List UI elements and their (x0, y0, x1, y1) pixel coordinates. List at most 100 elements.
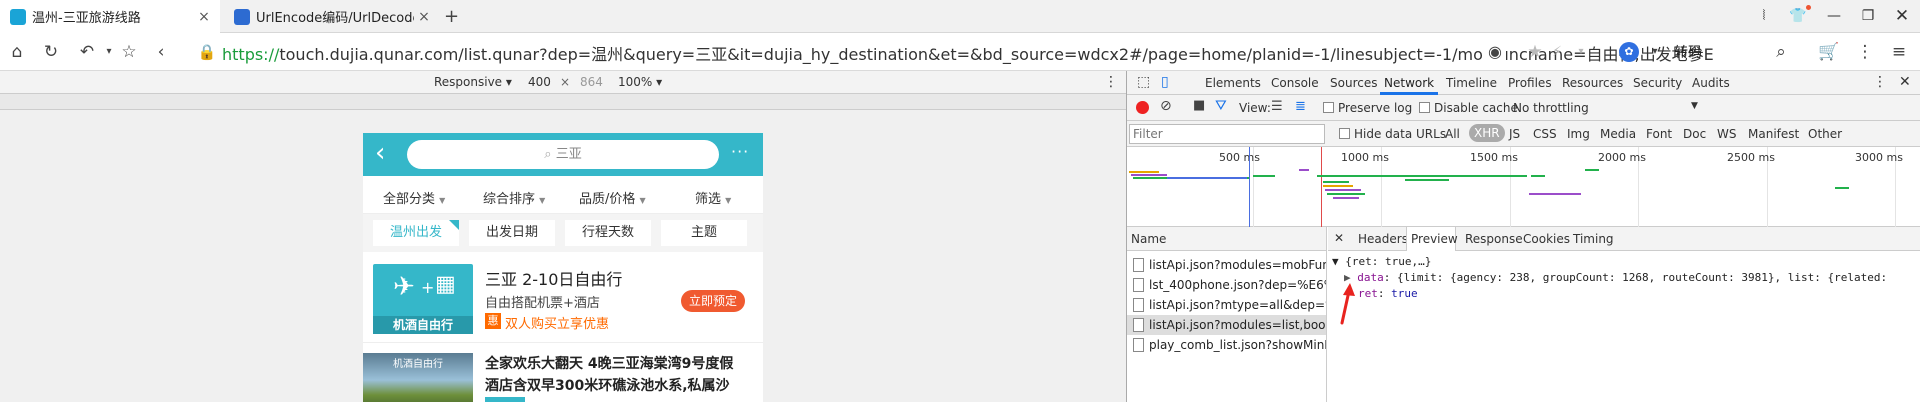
disable-cache-checkbox[interactable] (1419, 102, 1430, 113)
home-icon[interactable]: ⌂ (6, 41, 28, 63)
device-mode-icon[interactable]: ▯ (1161, 74, 1169, 90)
hide-data-urls-checkbox[interactable] (1339, 128, 1350, 139)
tab-list-icon[interactable]: ⦚ (1752, 5, 1776, 27)
filter-type-other[interactable]: Other (1808, 127, 1842, 141)
record-icon[interactable] (1136, 101, 1149, 114)
new-tab-button[interactable]: + (444, 6, 459, 27)
minimize-icon[interactable]: — (1822, 5, 1846, 27)
product-card-package[interactable]: 机酒自由行 全家欢乐大翻天 4晚三亚海棠湾9号度假 酒店含双早300米环礁泳池水… (363, 342, 763, 402)
filter-sort[interactable]: 综合排序 ▼ (483, 188, 545, 207)
request-row[interactable]: play_comb_list.json?showMinL... (1127, 335, 1326, 355)
list-view-icon[interactable]: ☰ (1271, 99, 1283, 114)
lightning-icon[interactable]: ⚡ (1546, 41, 1568, 63)
tab-sources[interactable]: Sources (1330, 76, 1377, 90)
mobile-search-input[interactable]: ⌕ 三亚 (407, 140, 719, 169)
filter-type-font[interactable]: Font (1646, 127, 1672, 141)
tab-profiles[interactable]: Profiles (1508, 76, 1552, 90)
tab-resources[interactable]: Resources (1562, 76, 1623, 90)
more-options-icon[interactable]: ⋮ (1104, 74, 1118, 90)
undo-icon[interactable]: ↶ (76, 41, 98, 63)
device-mode-select[interactable]: Responsive ▾ (434, 75, 512, 89)
height-input[interactable]: 864 (580, 75, 603, 89)
tag-trip-days[interactable]: 行程天数 (565, 220, 651, 246)
throttling-select[interactable]: No throttling (1513, 101, 1589, 115)
chevron-down-icon[interactable]: ▾ (98, 41, 120, 63)
inspect-icon[interactable]: ⬚ (1137, 74, 1150, 90)
back-arrow-icon[interactable]: ‹ (375, 138, 385, 168)
browser-tab[interactable]: UrlEncode编码/UrlDecode解 × (224, 0, 440, 33)
tab-audits[interactable]: Audits (1692, 76, 1730, 90)
waterfall-view-icon[interactable]: ≣ (1295, 99, 1306, 114)
json-data-row[interactable]: ▶ data: {limit: {agency: 238, groupCount… (1344, 271, 1887, 284)
tab-cookies[interactable]: Cookies (1523, 232, 1570, 246)
tab-timing[interactable]: Timing (1573, 232, 1614, 246)
request-row-selected[interactable]: listApi.json?modules=list,book... (1127, 315, 1326, 335)
search-input[interactable]: 转码 (1674, 42, 1702, 62)
chevron-down-icon[interactable]: ▾ (1644, 41, 1666, 63)
search-placeholder: 三亚 (555, 147, 582, 162)
close-icon[interactable]: × (414, 9, 434, 25)
filter-price[interactable]: 品质/价格 ▼ (579, 188, 646, 207)
more-icon[interactable]: ··· (731, 142, 749, 161)
timeline-tick: 3000 ms (1855, 151, 1903, 164)
tag-departure-city[interactable]: 温州出发 (373, 220, 459, 246)
filter-type-xhr[interactable]: XHR (1469, 124, 1505, 142)
tab-security[interactable]: Security (1633, 76, 1682, 90)
filter-type-css[interactable]: CSS (1533, 127, 1557, 141)
chevron-down-icon[interactable]: ▾ (1570, 41, 1592, 63)
close-window-icon[interactable]: ✕ (1890, 5, 1914, 27)
promo-badge: 惠 (485, 313, 501, 329)
search-icon[interactable]: ⌕ (1770, 41, 1792, 63)
name-column-header[interactable]: Name (1127, 227, 1327, 251)
request-row[interactable]: listApi.json?modules=mobFun... (1127, 255, 1326, 275)
close-icon[interactable]: × (194, 9, 214, 25)
clear-icon[interactable]: ⊘ (1160, 98, 1172, 114)
bookmark-icon[interactable]: ☆ (118, 41, 140, 63)
tab-network[interactable]: Network (1384, 76, 1434, 90)
tab-console[interactable]: Console (1271, 76, 1319, 90)
tag-theme[interactable]: 主题 (661, 220, 747, 246)
restore-icon[interactable]: ❐ (1856, 5, 1880, 27)
filter-type-doc[interactable]: Doc (1683, 127, 1706, 141)
book-now-button[interactable]: 立即预定 (681, 290, 745, 312)
reload-icon[interactable]: ↻ (40, 41, 62, 63)
tag-departure-date[interactable]: 出发日期 (469, 220, 555, 246)
target-icon[interactable]: ◉ (1484, 41, 1506, 63)
close-detail-icon[interactable]: ✕ (1334, 231, 1344, 245)
devtools-menu-icon[interactable]: ⋮ (1873, 74, 1887, 90)
filter-input[interactable] (1129, 124, 1325, 144)
filter-more[interactable]: 筛选 ▼ (695, 188, 731, 207)
filter-icon[interactable]: ⛛ (1215, 98, 1227, 114)
hamburger-icon[interactable]: ≡ (1888, 41, 1910, 63)
tab-response[interactable]: Response (1465, 232, 1523, 246)
tab-headers[interactable]: Headers (1358, 232, 1408, 246)
zoom-select[interactable]: 100% ▾ (618, 75, 662, 89)
json-value: true (1391, 287, 1418, 300)
back-icon[interactable]: ‹ (150, 41, 172, 63)
filter-type-js[interactable]: JS (1509, 127, 1520, 141)
chevron-down-icon[interactable]: ▼ (1691, 101, 1698, 111)
request-row[interactable]: listApi.json?mtype=all&dep=%... (1127, 295, 1326, 315)
paw-icon[interactable]: ✿ (1618, 41, 1640, 63)
json-root-row[interactable]: ▼ {ret: true,…} (1332, 255, 1431, 268)
request-row[interactable]: lst_400phone.json?dep=%E6%B... (1127, 275, 1326, 295)
filter-type-all[interactable]: All (1445, 127, 1460, 141)
filter-type-ws[interactable]: WS (1717, 127, 1736, 141)
devtools-panel: ⬚ ▯ Elements Console Sources Network Tim… (1126, 71, 1920, 402)
star-icon[interactable]: ★ (1524, 41, 1546, 63)
tab-timeline[interactable]: Timeline (1446, 76, 1497, 90)
camera-icon[interactable]: ■ (1193, 98, 1205, 113)
filter-type-manifest[interactable]: Manifest (1748, 127, 1799, 141)
menu-icon[interactable]: ⋮ (1854, 41, 1876, 63)
cart-icon[interactable]: 🛒 (1818, 41, 1840, 63)
tab-preview[interactable]: Preview (1411, 232, 1458, 246)
preserve-log-checkbox[interactable] (1323, 102, 1334, 113)
filter-type-img[interactable]: Img (1567, 127, 1590, 141)
browser-tab-active[interactable]: 温州-三亚旅游线路 × (0, 0, 220, 33)
product-card-flight-hotel[interactable]: ✈ + ▦ 机酒自由行 三亚 2-10日自由行 自由搭配机票+酒店 惠 双人购买… (363, 252, 763, 342)
close-devtools-icon[interactable]: ✕ (1899, 74, 1911, 90)
width-input[interactable]: 400 (528, 75, 551, 89)
tab-elements[interactable]: Elements (1205, 76, 1261, 90)
filter-category[interactable]: 全部分类 ▼ (383, 188, 445, 207)
filter-type-media[interactable]: Media (1600, 127, 1636, 141)
